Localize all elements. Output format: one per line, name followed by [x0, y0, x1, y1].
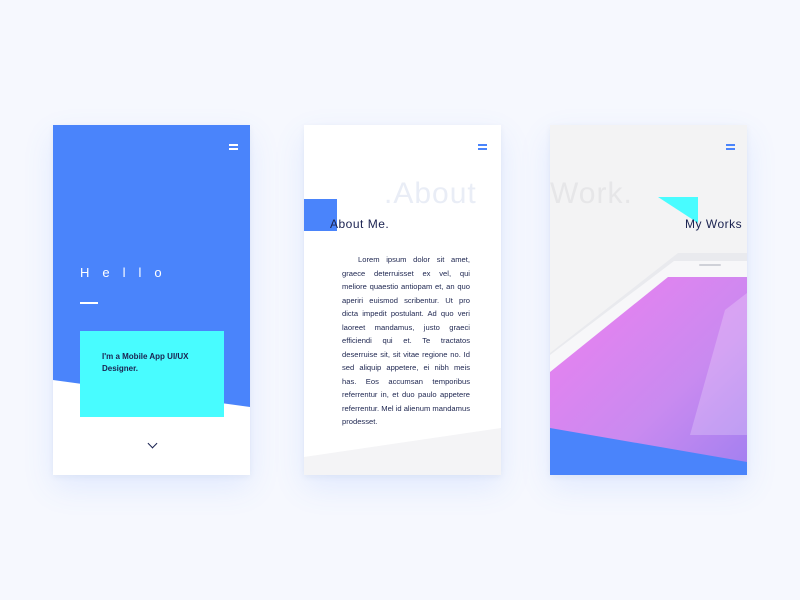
- hello-card: Hello I'm a Mobile App UI/UX Designer.: [53, 125, 250, 475]
- phone-mockup: [550, 253, 747, 475]
- white-slant-shape: [53, 380, 250, 475]
- intro-box: I'm a Mobile App UI/UX Designer.: [80, 331, 224, 417]
- intro-text: I'm a Mobile App UI/UX Designer.: [102, 352, 189, 373]
- works-card: Work. My Works: [550, 125, 747, 475]
- about-body-text: Lorem ipsum dolor sit amet, graece deter…: [342, 255, 470, 426]
- about-card: .About About Me. Lorem ipsum dolor sit a…: [304, 125, 501, 475]
